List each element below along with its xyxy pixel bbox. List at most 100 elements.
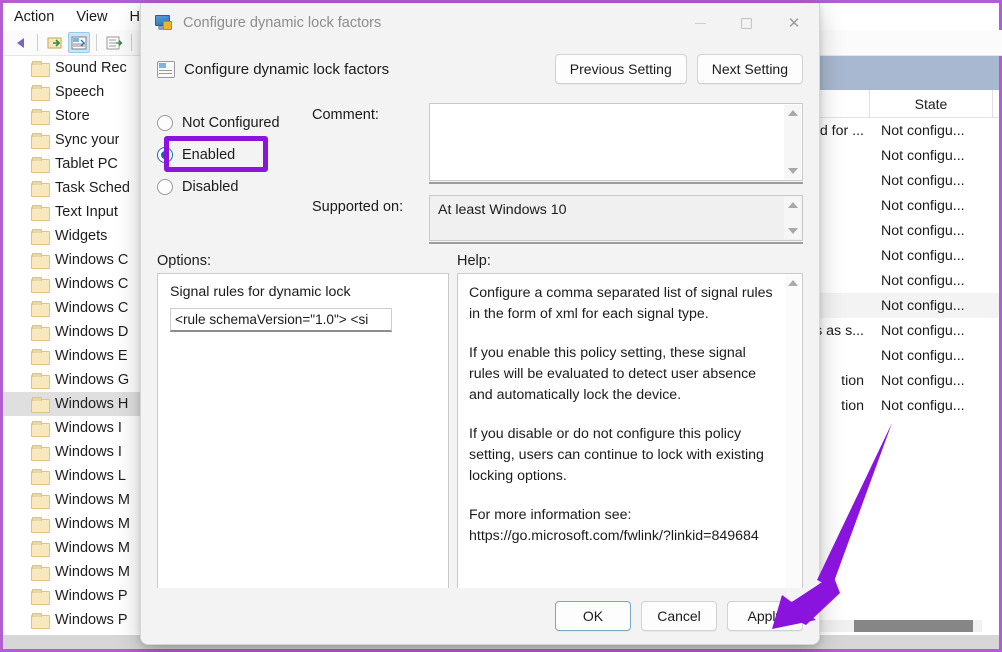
cell-state: Not configu...	[881, 322, 965, 339]
folder-icon	[31, 421, 50, 437]
radio-not-configured-label: Not Configured	[182, 115, 280, 131]
scroll-up-icon[interactable]	[787, 202, 798, 208]
folder-icon	[31, 493, 50, 509]
folder-icon	[31, 517, 50, 533]
tree-item-label: Windows I	[55, 420, 122, 436]
folder-icon	[31, 469, 50, 485]
tree-item-label: Windows I	[55, 444, 122, 460]
scroll-down-icon[interactable]	[787, 228, 798, 234]
scroll-up-icon[interactable]	[787, 110, 798, 116]
folder-icon	[31, 565, 50, 581]
folder-icon	[31, 85, 50, 101]
next-setting-button[interactable]: Next Setting	[696, 54, 803, 84]
tree-item-label: Sound Rec	[55, 60, 127, 76]
supported-on-row: Supported on: At least Windows 10	[312, 195, 803, 244]
previous-setting-button[interactable]: Previous Setting	[554, 54, 687, 84]
folder-icon	[31, 445, 50, 461]
cell-state: Not configu...	[881, 347, 965, 364]
option-field-title: Signal rules for dynamic lock	[170, 284, 351, 300]
folder-icon	[31, 181, 50, 197]
help-label: Help:	[457, 253, 491, 269]
radio-disabled[interactable]: Disabled	[157, 171, 307, 203]
radio-disabled-indicator	[157, 179, 173, 195]
gpedit-app-icon	[153, 14, 173, 32]
comment-row: Comment:	[312, 103, 803, 184]
tree-item-label: Task Sched	[55, 180, 130, 196]
dialog-footer: OK Cancel Apply	[141, 588, 819, 644]
export-icon[interactable]	[44, 32, 66, 53]
folder-icon	[31, 205, 50, 221]
tree-item-label: Windows C	[55, 252, 129, 268]
menu-bar: Action View He	[3, 4, 159, 30]
close-button[interactable]: ✕	[769, 3, 819, 43]
supported-on-input: At least Windows 10	[429, 195, 803, 244]
folder-icon	[31, 253, 50, 269]
radio-enabled-label: Enabled	[182, 147, 236, 163]
comment-input[interactable]	[429, 103, 803, 184]
signal-rules-input[interactable]: <rule schemaVersion="1.0"> <si	[170, 308, 392, 332]
tree-item-label: Windows M	[55, 516, 130, 532]
supported-on-label: Supported on:	[312, 199, 404, 215]
folder-icon	[31, 541, 50, 557]
scroll-down-icon[interactable]	[787, 168, 798, 174]
folder-icon	[31, 229, 50, 245]
cell-state: Not configu...	[881, 122, 965, 139]
dialog-title-bar[interactable]: Configure dynamic lock factors ✕	[141, 3, 819, 43]
help-paragraph: Configure a comma separated list of sign…	[469, 285, 773, 322]
column-header-state[interactable]: State	[870, 89, 993, 118]
tree-item-label: Sync your	[55, 132, 120, 148]
toolbar-separator	[131, 34, 132, 51]
properties-icon[interactable]	[68, 32, 90, 53]
radio-enabled-indicator	[157, 147, 173, 163]
state-radio-group: Not Configured Enabled Disabled	[157, 103, 307, 241]
menu-action[interactable]: Action	[3, 7, 65, 27]
cell-state: Not configu...	[881, 397, 965, 414]
tree-item-label: Windows C	[55, 276, 129, 292]
tree-item-label: Windows E	[55, 348, 128, 364]
scroll-up-icon[interactable]	[788, 280, 798, 286]
tree-item-label: Windows L	[55, 468, 126, 484]
supported-on-value: At least Windows 10	[438, 202, 567, 218]
radio-not-configured[interactable]: Not Configured	[157, 107, 307, 139]
tree-item-label: Windows M	[55, 564, 130, 580]
dialog-header: Configure dynamic lock factors Previous …	[141, 43, 819, 95]
radio-enabled[interactable]: Enabled	[157, 136, 307, 172]
folder-icon	[31, 589, 50, 605]
folder-icon	[31, 133, 50, 149]
back-arrow-icon[interactable]	[9, 32, 31, 53]
minimize-button[interactable]	[677, 3, 723, 43]
tree-item-label: Windows H	[55, 396, 129, 412]
cell-state: Not configu...	[881, 197, 965, 214]
policy-setting-dialog: Configure dynamic lock factors ✕ Configu…	[140, 3, 820, 645]
tree-item-label: Windows M	[55, 540, 130, 556]
folder-icon	[31, 277, 50, 293]
list-icon[interactable]	[103, 32, 125, 53]
comment-scrollbar[interactable]	[784, 105, 801, 179]
cell-state: Not configu...	[881, 247, 965, 264]
toolbar-separator	[37, 34, 38, 51]
dialog-title: Configure dynamic lock factors	[183, 15, 382, 31]
menu-view[interactable]: View	[65, 7, 118, 27]
dialog-state-section: Not Configured Enabled Disabled Comment:	[141, 95, 819, 244]
maximize-button[interactable]	[723, 3, 769, 43]
folder-icon	[31, 373, 50, 389]
tree-item-label: Text Input	[55, 204, 118, 220]
options-pane: Signal rules for dynamic lock <rule sche…	[157, 273, 449, 598]
help-pane[interactable]: Configure a comma separated list of sign…	[457, 273, 803, 598]
comment-underline	[429, 182, 803, 184]
toolbar-separator	[96, 34, 97, 51]
supported-on-scrollbar[interactable]	[784, 197, 801, 239]
cell-state: Not configu...	[881, 297, 965, 314]
cell-state: Not configu...	[881, 222, 965, 239]
help-paragraph: For more information see: https://go.mic…	[469, 507, 759, 544]
folder-icon	[31, 613, 50, 629]
dialog-fields: Comment: Supported on: At least Windows …	[307, 103, 803, 244]
section-labels: Options: Help:	[141, 241, 819, 273]
folder-icon	[31, 349, 50, 365]
cancel-button[interactable]: Cancel	[641, 601, 717, 631]
tree-item-label: Windows G	[55, 372, 130, 388]
cell-state: Not configu...	[881, 172, 965, 189]
folder-icon	[31, 157, 50, 173]
tree-item-label: Speech	[55, 84, 105, 100]
ok-button[interactable]: OK	[555, 601, 631, 631]
